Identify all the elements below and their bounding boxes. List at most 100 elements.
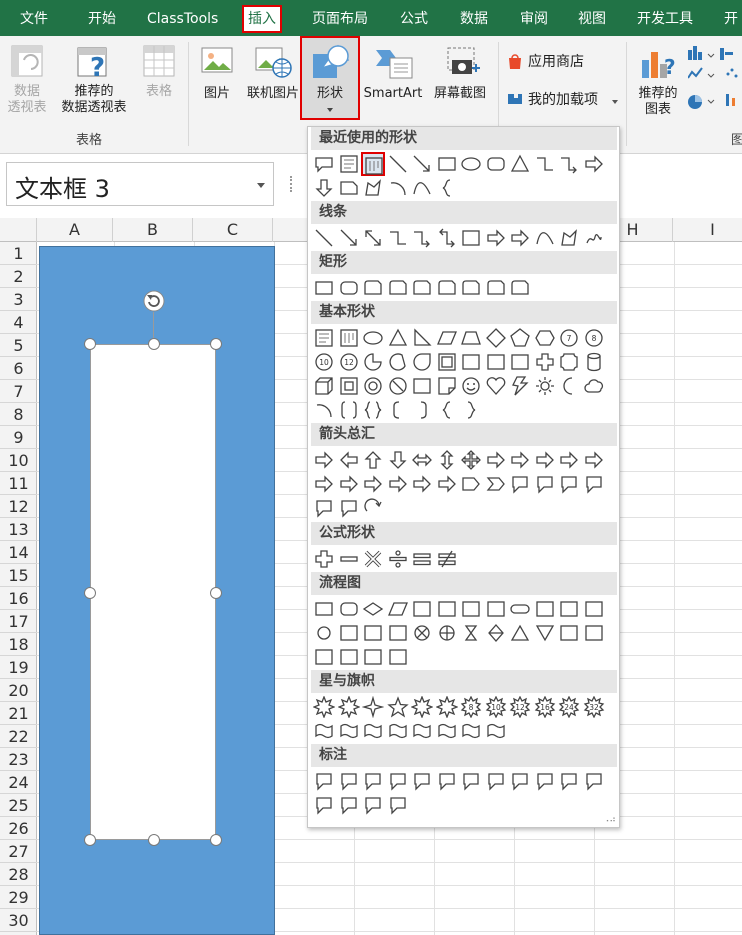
data-icon[interactable] [386, 597, 410, 621]
column-header[interactable]: C [193, 218, 273, 242]
row-header[interactable]: 22 [0, 725, 37, 748]
recommended-pivot-button[interactable]: ? 推荐的 数据透视表 [52, 44, 136, 124]
row-header[interactable]: 23 [0, 748, 37, 771]
row-header[interactable]: 16 [0, 587, 37, 610]
quad-arrow-icon[interactable] [459, 448, 483, 472]
accent-callout3-icon[interactable] [557, 769, 581, 793]
shapes-button[interactable]: 形状 [300, 36, 360, 120]
minus-icon[interactable] [337, 547, 361, 571]
rounded-rectangle-icon[interactable] [337, 276, 361, 300]
block-arc-icon[interactable] [410, 374, 434, 398]
right-triangle-icon[interactable] [410, 326, 434, 350]
star5-icon[interactable] [386, 695, 410, 719]
up-down-arrow-icon[interactable] [435, 448, 459, 472]
terminator-icon[interactable] [508, 597, 532, 621]
round-diagonal-icon[interactable] [508, 276, 532, 300]
row-header[interactable]: 7 [0, 380, 37, 403]
star10-icon[interactable]: 10 [484, 695, 508, 719]
horizontal-scroll-icon[interactable] [435, 719, 459, 743]
oval-callout-icon[interactable] [361, 769, 385, 793]
curved-right-arrow-icon[interactable] [312, 472, 336, 496]
column-header[interactable]: B [113, 218, 193, 242]
freeform-icon[interactable] [361, 176, 385, 200]
equal-icon[interactable] [410, 547, 434, 571]
curved-left-arrow-icon[interactable] [337, 472, 361, 496]
document-icon[interactable] [459, 597, 483, 621]
star24-icon[interactable]: 24 [557, 695, 581, 719]
alternate-process-icon[interactable] [337, 597, 361, 621]
row-header[interactable]: 5 [0, 334, 37, 357]
plus-icon[interactable] [312, 547, 336, 571]
rounded-rectangle-icon[interactable] [484, 152, 508, 176]
arrow-line-icon[interactable] [410, 152, 434, 176]
line-callout3-icon[interactable] [459, 769, 483, 793]
not-equal-icon[interactable] [435, 547, 459, 571]
row-header[interactable]: 21 [0, 702, 37, 725]
tab-view[interactable]: 视图 [578, 0, 606, 36]
moon-icon[interactable] [557, 374, 581, 398]
extract-icon[interactable] [508, 621, 532, 645]
double-wave-icon[interactable] [484, 719, 508, 743]
cross-icon[interactable] [533, 350, 557, 374]
diamond-icon[interactable] [484, 326, 508, 350]
decision-icon[interactable] [361, 597, 385, 621]
row-header[interactable]: 25 [0, 794, 37, 817]
row-header[interactable]: 17 [0, 610, 37, 633]
chevron-icon[interactable] [484, 472, 508, 496]
pentagon-arrow-icon[interactable] [459, 472, 483, 496]
rectangle-icon[interactable] [435, 152, 459, 176]
name-box-dropdown-icon[interactable] [257, 183, 265, 192]
snip-rectangle-icon[interactable] [337, 176, 361, 200]
card-icon[interactable] [361, 621, 385, 645]
row-header[interactable]: 3 [0, 288, 37, 311]
table-button[interactable]: 表格 [138, 44, 180, 124]
bent-up-arrow-icon[interactable] [582, 448, 606, 472]
up-arrow-icon[interactable] [361, 448, 385, 472]
trapezoid-icon[interactable] [459, 326, 483, 350]
pivot-table-button[interactable]: 数据 透视表 [4, 44, 50, 124]
l-shape-icon[interactable] [484, 350, 508, 374]
resize-handle[interactable] [210, 587, 222, 599]
left-arrow-callout-icon[interactable] [557, 472, 581, 496]
ribbon-down-icon[interactable] [337, 719, 361, 743]
snip-same-side-icon[interactable] [386, 276, 410, 300]
tab-data[interactable]: 数据 [460, 0, 488, 36]
line-icon[interactable] [312, 226, 336, 250]
round-same-side-icon[interactable] [484, 276, 508, 300]
collate-icon[interactable] [459, 621, 483, 645]
snip-corner-icon[interactable] [361, 276, 385, 300]
border-callout2-icon[interactable] [337, 793, 361, 817]
row-header[interactable]: 2 [0, 265, 37, 288]
curve-icon[interactable] [410, 176, 434, 200]
rotate-handle-icon[interactable] [143, 290, 165, 312]
summing-junction-icon[interactable] [410, 621, 434, 645]
border-callout3-icon[interactable] [361, 793, 385, 817]
bevel-icon[interactable] [337, 374, 361, 398]
right-bracket-icon[interactable] [410, 398, 434, 422]
left-arrow-icon[interactable] [337, 448, 361, 472]
row-header[interactable]: 8 [0, 403, 37, 426]
tab-classtools[interactable]: ClassTools [147, 0, 218, 36]
heptagon-icon[interactable]: 7 [557, 326, 581, 350]
folded-corner-icon[interactable] [435, 374, 459, 398]
triangle-icon[interactable] [386, 326, 410, 350]
process-icon[interactable] [312, 597, 336, 621]
snip-round-icon[interactable] [435, 276, 459, 300]
down-arrow-icon[interactable] [386, 448, 410, 472]
row-header[interactable]: 18 [0, 633, 37, 656]
elbow-arrow-icon[interactable] [557, 152, 581, 176]
screenshot-button[interactable]: 屏幕截图 [428, 44, 492, 124]
multidocument-icon[interactable] [484, 597, 508, 621]
plaque-icon[interactable] [557, 350, 581, 374]
line-callout2-icon[interactable] [435, 769, 459, 793]
star16-icon[interactable]: 16 [533, 695, 557, 719]
elbow-arrow-icon[interactable] [410, 226, 434, 250]
no-symbol-icon[interactable] [386, 374, 410, 398]
cloud-icon[interactable] [582, 374, 606, 398]
merge-icon[interactable] [533, 621, 557, 645]
off-page-connector-icon[interactable] [337, 621, 361, 645]
callout-speech-icon[interactable] [312, 152, 336, 176]
rectangle-icon[interactable] [312, 276, 336, 300]
magnetic-disk-icon[interactable] [337, 645, 361, 669]
rect-callout-icon[interactable] [312, 769, 336, 793]
